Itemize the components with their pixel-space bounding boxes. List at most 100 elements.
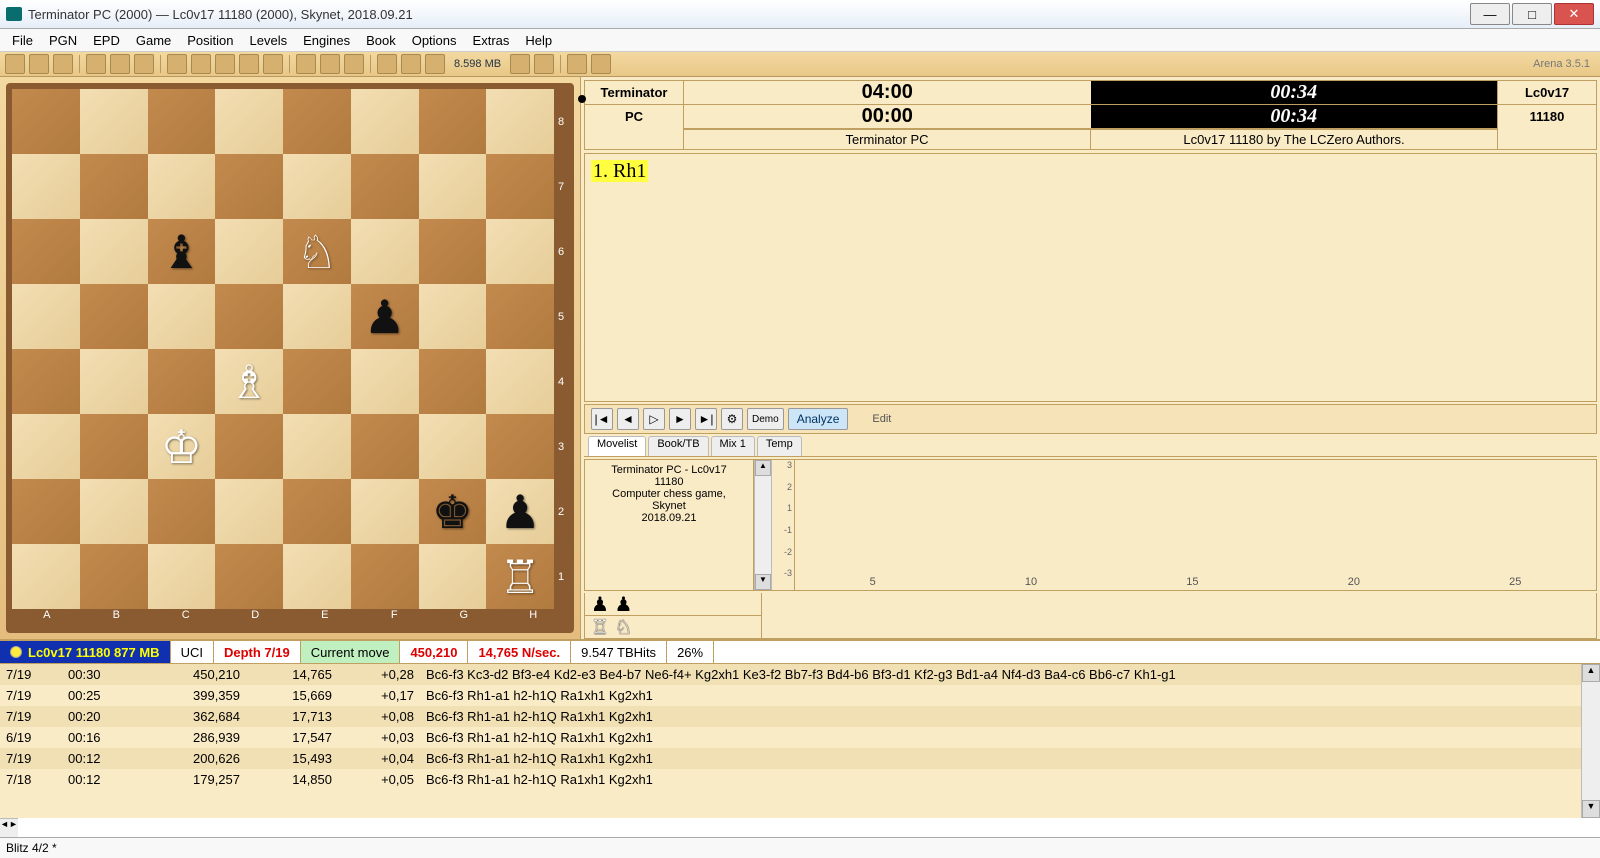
square-a3[interactable] <box>12 414 80 479</box>
square-d7[interactable] <box>215 154 283 219</box>
info-scrollbar[interactable]: ▲▼ <box>754 460 772 590</box>
menu-book[interactable]: Book <box>358 31 404 50</box>
square-h7[interactable] <box>486 154 554 219</box>
piece[interactable]: ♘ <box>296 229 337 275</box>
toolbar-icon[interactable] <box>215 54 235 74</box>
menu-levels[interactable]: Levels <box>242 31 296 50</box>
square-h8[interactable] <box>486 89 554 154</box>
piece[interactable]: ♔ <box>161 424 202 470</box>
toolbar-icon[interactable] <box>191 54 211 74</box>
engine-log[interactable]: 7/1900:30450,21014,765+0,28Bc6-f3 Kc3-d2… <box>0 664 1581 818</box>
demo-button[interactable]: Demo <box>747 408 784 430</box>
toolbar-icon[interactable] <box>29 54 49 74</box>
square-f3[interactable] <box>351 414 419 479</box>
square-d2[interactable] <box>215 479 283 544</box>
minimize-button[interactable]: — <box>1470 3 1510 25</box>
square-c8[interactable] <box>148 89 216 154</box>
square-e3[interactable] <box>283 414 351 479</box>
piece[interactable]: ♚ <box>432 489 473 535</box>
square-c7[interactable] <box>148 154 216 219</box>
log-row[interactable]: 6/1900:16286,93917,547+0,03Bc6-f3 Rh1-a1… <box>0 727 1581 748</box>
square-h5[interactable] <box>486 284 554 349</box>
piece[interactable]: ♖ <box>500 554 541 600</box>
eval-graph[interactable]: 510152025 <box>795 460 1596 590</box>
square-f5[interactable]: ♟ <box>351 284 419 349</box>
nav-next-button[interactable]: ► <box>669 408 691 430</box>
square-g7[interactable] <box>419 154 487 219</box>
log-row[interactable]: 7/1900:25399,35915,669+0,17Bc6-f3 Rh1-a1… <box>0 685 1581 706</box>
square-e1[interactable] <box>283 544 351 609</box>
square-d5[interactable] <box>215 284 283 349</box>
square-f2[interactable] <box>351 479 419 544</box>
toolbar-icon[interactable] <box>134 54 154 74</box>
toolbar-icon[interactable] <box>377 54 397 74</box>
toolbar-icon[interactable] <box>5 54 25 74</box>
square-g1[interactable] <box>419 544 487 609</box>
square-c2[interactable] <box>148 479 216 544</box>
toolbar-icon[interactable] <box>239 54 259 74</box>
square-g5[interactable] <box>419 284 487 349</box>
square-g2[interactable]: ♚ <box>419 479 487 544</box>
square-b5[interactable] <box>80 284 148 349</box>
menu-epd[interactable]: EPD <box>85 31 128 50</box>
piece[interactable]: ♟ <box>500 489 541 535</box>
square-a7[interactable] <box>12 154 80 219</box>
piece[interactable]: ♟ <box>364 294 405 340</box>
square-c4[interactable] <box>148 349 216 414</box>
tab-movelist[interactable]: Movelist <box>588 436 646 456</box>
nav-prev-button[interactable]: ◄ <box>617 408 639 430</box>
square-e5[interactable] <box>283 284 351 349</box>
square-a6[interactable] <box>12 219 80 284</box>
square-f1[interactable] <box>351 544 419 609</box>
menu-options[interactable]: Options <box>404 31 465 50</box>
tab-mix1[interactable]: Mix 1 <box>711 436 755 456</box>
toolbar-icon[interactable] <box>534 54 554 74</box>
toolbar-icon[interactable] <box>110 54 130 74</box>
square-c6[interactable]: ♝ <box>148 219 216 284</box>
notation-panel[interactable]: 1. Rh1 <box>584 153 1597 402</box>
square-f4[interactable] <box>351 349 419 414</box>
maximize-button[interactable]: □ <box>1512 3 1552 25</box>
square-d3[interactable] <box>215 414 283 479</box>
toolbar-icon[interactable] <box>296 54 316 74</box>
toolbar-icon[interactable] <box>591 54 611 74</box>
square-g3[interactable] <box>419 414 487 479</box>
piece[interactable]: ♝ <box>161 229 202 275</box>
square-d1[interactable] <box>215 544 283 609</box>
tab-booktb[interactable]: Book/TB <box>648 436 708 456</box>
menu-file[interactable]: File <box>4 31 41 50</box>
log-scrollbar[interactable]: ▲▼ <box>1581 664 1600 818</box>
square-e2[interactable] <box>283 479 351 544</box>
square-g4[interactable] <box>419 349 487 414</box>
toolbar-icon[interactable] <box>53 54 73 74</box>
menu-engines[interactable]: Engines <box>295 31 358 50</box>
square-f8[interactable] <box>351 89 419 154</box>
toolbar-icon[interactable] <box>567 54 587 74</box>
square-g6[interactable] <box>419 219 487 284</box>
square-e8[interactable] <box>283 89 351 154</box>
square-a5[interactable] <box>12 284 80 349</box>
square-b6[interactable] <box>80 219 148 284</box>
log-row[interactable]: 7/1800:12179,25714,850+0,05Bc6-f3 Rh1-a1… <box>0 769 1581 790</box>
square-c1[interactable] <box>148 544 216 609</box>
toolbar-icon[interactable] <box>86 54 106 74</box>
square-f6[interactable] <box>351 219 419 284</box>
menu-help[interactable]: Help <box>517 31 560 50</box>
square-h1[interactable]: ♖ <box>486 544 554 609</box>
square-e7[interactable] <box>283 154 351 219</box>
square-a2[interactable] <box>12 479 80 544</box>
square-d8[interactable] <box>215 89 283 154</box>
square-b3[interactable] <box>80 414 148 479</box>
toolbar-icon[interactable] <box>510 54 530 74</box>
log-row[interactable]: 7/1900:12200,62615,493+0,04Bc6-f3 Rh1-a1… <box>0 748 1581 769</box>
piece[interactable]: ♗ <box>229 359 270 405</box>
square-g8[interactable] <box>419 89 487 154</box>
current-move[interactable]: 1. Rh1 <box>591 160 648 182</box>
square-h6[interactable] <box>486 219 554 284</box>
log-row[interactable]: 7/1900:30450,21014,765+0,28Bc6-f3 Kc3-d2… <box>0 664 1581 685</box>
horizontal-scrollbar[interactable]: ◄► <box>0 818 18 837</box>
square-h4[interactable] <box>486 349 554 414</box>
tab-temp[interactable]: Temp <box>757 436 802 456</box>
analyze-button[interactable]: Analyze <box>788 408 849 430</box>
edit-link[interactable]: Edit <box>872 413 891 425</box>
